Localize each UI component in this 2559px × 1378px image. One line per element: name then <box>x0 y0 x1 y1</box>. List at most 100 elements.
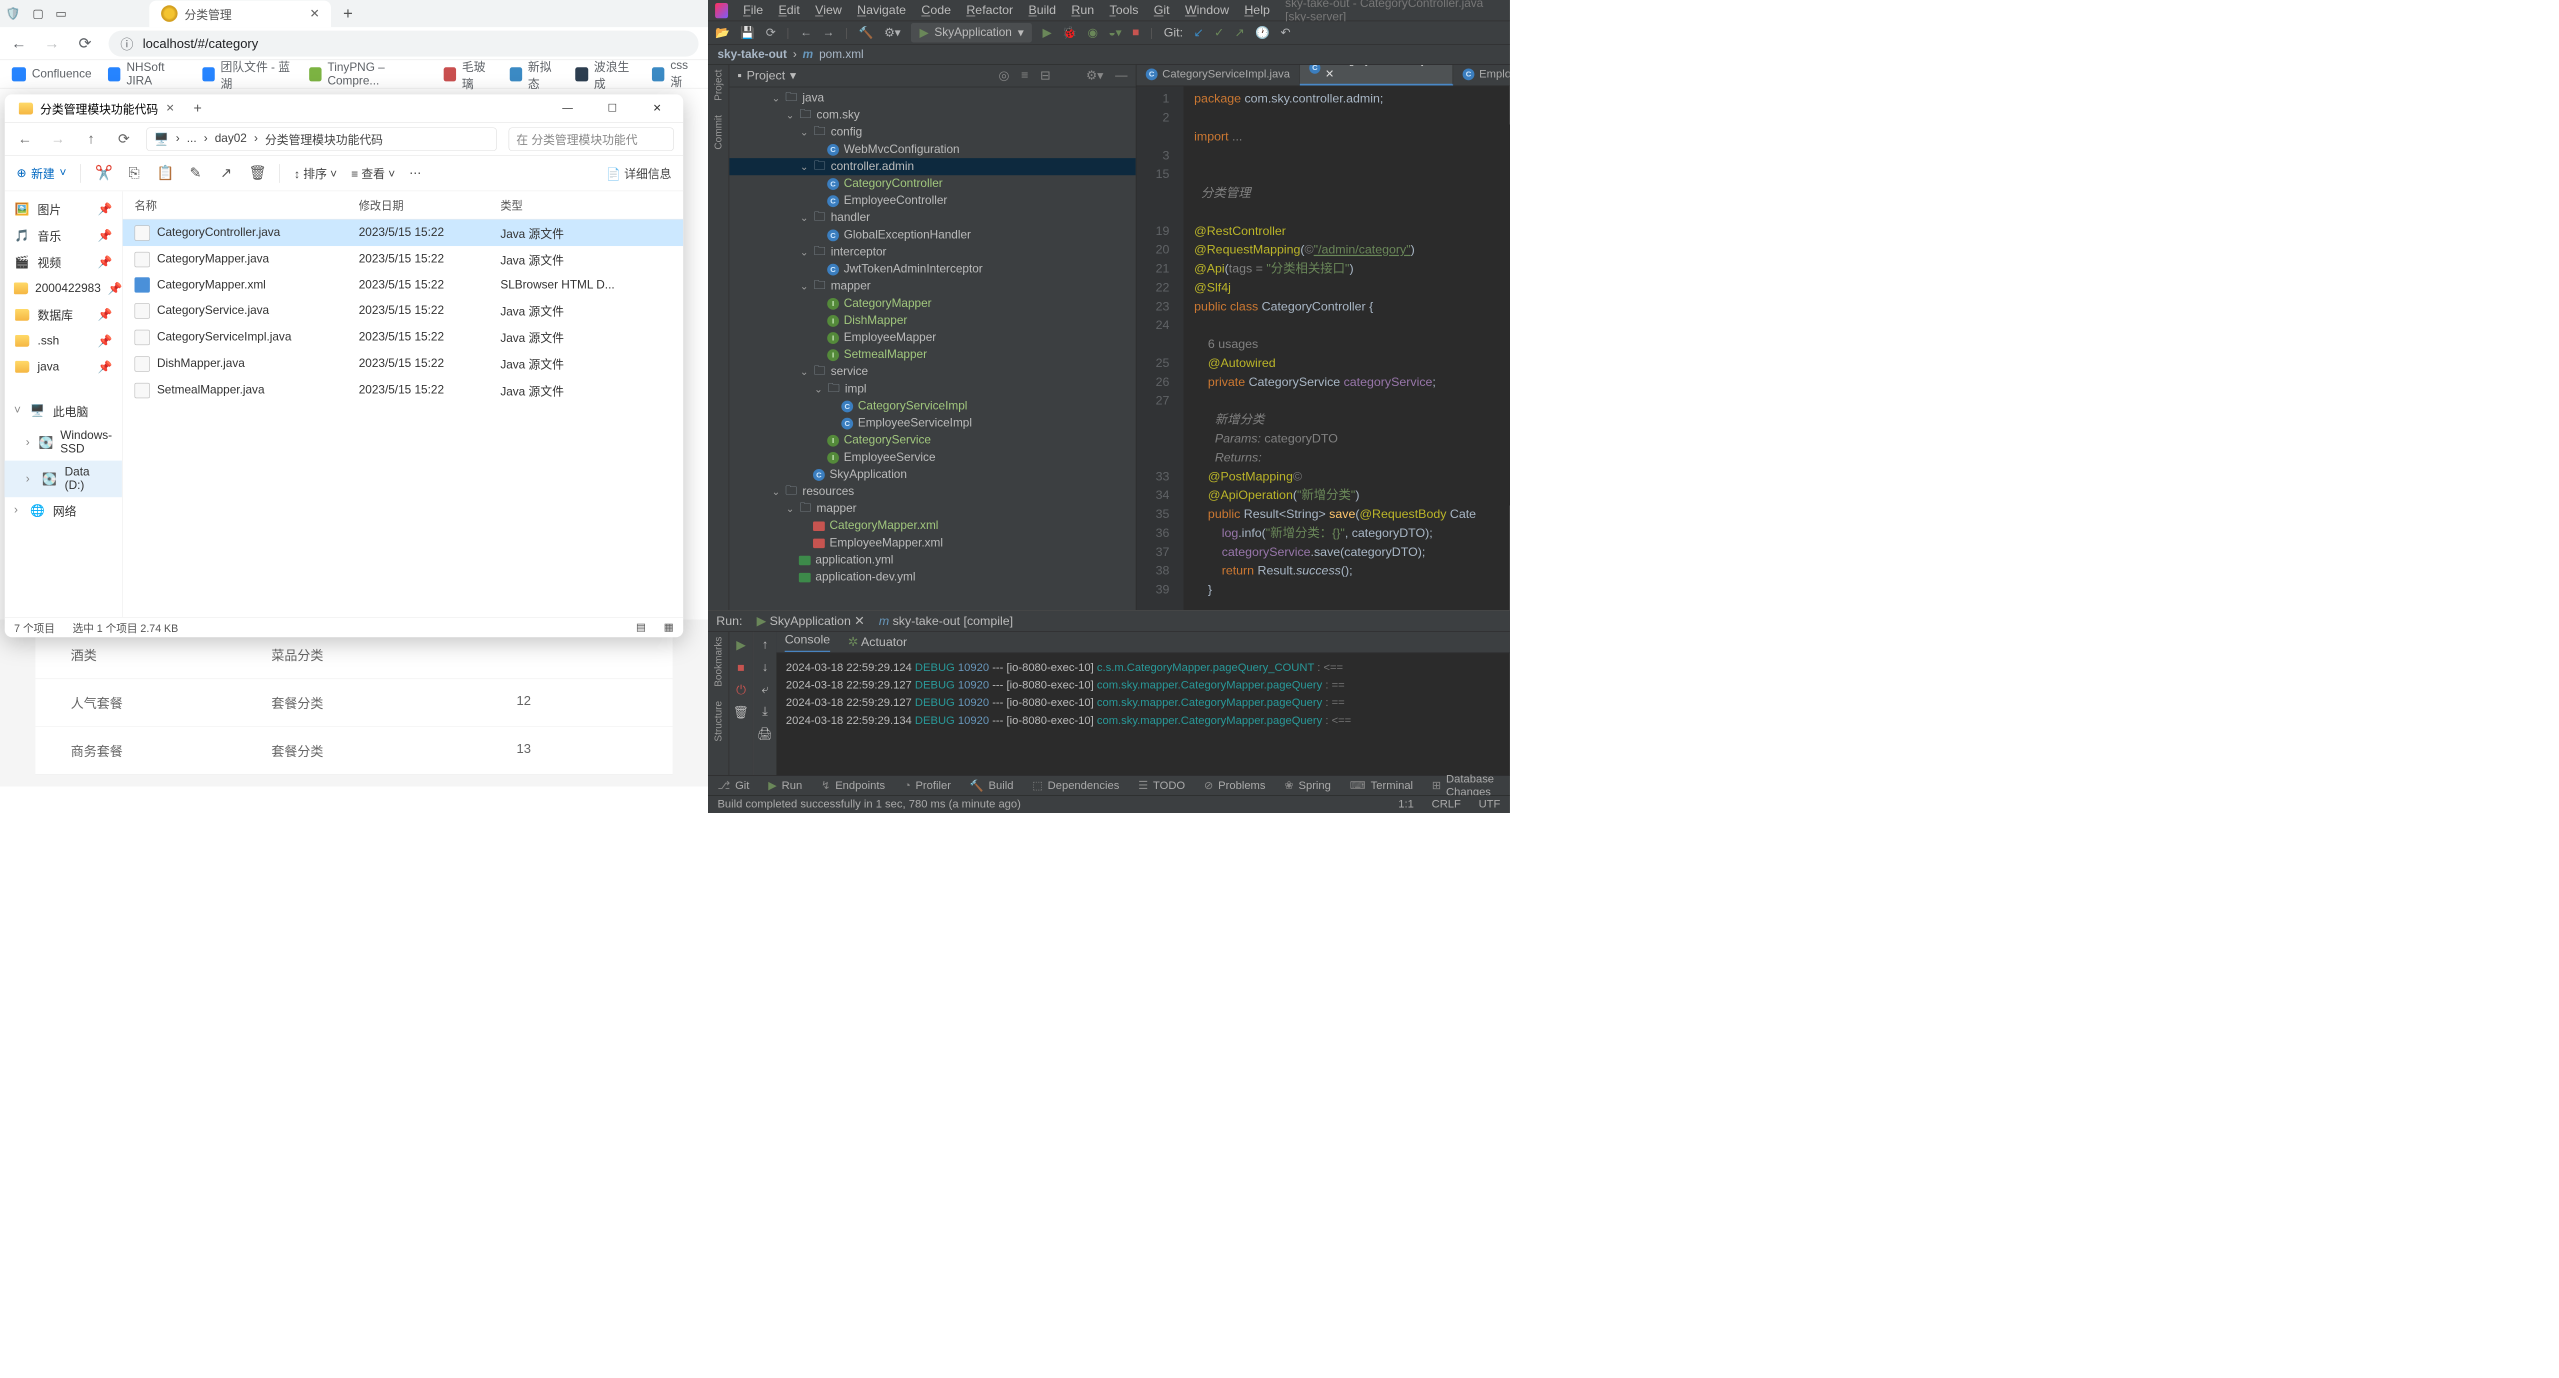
editor-tab[interactable]: CCategoryServiceImpl.java <box>1136 65 1300 86</box>
file-row[interactable]: CategoryServiceImpl.java 2023/5/15 15:22… <box>123 324 684 351</box>
structure-tool-button[interactable]: Structure <box>712 701 724 742</box>
new-button[interactable]: ⊕ 新建 ˅ <box>17 165 67 182</box>
rerun-icon[interactable]: ▶ <box>736 638 746 653</box>
gear-dropdown-icon[interactable]: ⚙︎▾ <box>884 25 901 40</box>
git-commit-icon[interactable]: ✓ <box>1214 25 1224 40</box>
code-editor[interactable]: package package com.sky.controller.admin… <box>1184 86 1510 610</box>
browser-tab[interactable]: 分类管理 ✕ <box>149 0 331 27</box>
debug-button[interactable]: 🐞 <box>1062 25 1077 40</box>
view-list-icon[interactable]: ▤ <box>636 621 646 633</box>
git-history-icon[interactable]: 🕐 <box>1255 25 1270 40</box>
file-row[interactable]: CategoryMapper.java 2023/5/15 15:22 Java… <box>123 246 684 273</box>
tree-item[interactable]: ⌄🗀 com.sky <box>729 107 1136 124</box>
sidebar-item[interactable]: 🖼️图片📌 <box>5 196 122 223</box>
redo-icon[interactable]: → <box>822 26 834 40</box>
down-icon[interactable]: ↓ <box>762 660 768 674</box>
tree-item[interactable]: ⌄🗀 mapper <box>729 278 1136 295</box>
search-input[interactable]: 在 分类管理模块功能代 <box>509 127 674 151</box>
expand-icon[interactable]: ≡ <box>1021 68 1028 83</box>
file-row[interactable]: CategoryController.java 2023/5/15 15:22 … <box>123 219 684 246</box>
bookmarks-tool-button[interactable]: Bookmarks <box>712 637 724 687</box>
tree-item[interactable]: I CategoryService <box>729 432 1136 449</box>
bookmark-item[interactable]: 波浪生成 <box>576 57 636 91</box>
trash-icon[interactable]: 🗑 <box>733 706 749 720</box>
bookmark-item[interactable]: 毛玻璃 <box>444 57 493 91</box>
actuator-tab[interactable]: ✲ Actuator <box>848 635 907 650</box>
run-button[interactable]: ▶ <box>1043 25 1052 40</box>
commit-tool-button[interactable]: Commit <box>712 115 724 150</box>
status-item[interactable]: UTF <box>1479 798 1501 811</box>
settings-icon[interactable]: ⚙︎▾ <box>1086 68 1103 83</box>
sort-dropdown[interactable]: ↕ 排序 ˅ <box>294 165 337 182</box>
menu-item[interactable]: File <box>743 3 763 17</box>
breadcrumb-item[interactable]: sky-take-out <box>717 48 787 62</box>
bookmark-item[interactable]: css渐 <box>652 59 696 90</box>
maximize-button[interactable]: ☐ <box>591 95 633 122</box>
forward-button[interactable]: → <box>42 34 61 53</box>
sidebar-item[interactable]: 🎬视频📌 <box>5 249 122 276</box>
tool-button[interactable]: ⎇Git <box>717 779 749 793</box>
tree-item[interactable]: I EmployeeMapper <box>729 329 1136 346</box>
tree-item[interactable]: I CategoryMapper <box>729 295 1136 312</box>
tree-item[interactable]: ⌄🗀 service <box>729 363 1136 380</box>
hammer-icon[interactable]: 🔨 <box>859 25 874 40</box>
tree-item[interactable]: ⌄🗀 mapper <box>729 500 1136 517</box>
delete-icon[interactable]: 🗑 <box>249 165 266 182</box>
col-date[interactable]: 修改日期 <box>359 197 501 213</box>
tab-close-icon[interactable]: ✕ <box>310 6 320 21</box>
tree-item[interactable]: ⌄🗀 resources <box>729 483 1136 500</box>
file-row[interactable]: SetmealMapper.java 2023/5/15 15:22 Java … <box>123 377 684 404</box>
tree-item[interactable]: C JwtTokenAdminInterceptor <box>729 261 1136 278</box>
bookmark-item[interactable]: Confluence <box>12 67 92 81</box>
tree-item[interactable]: ⌄🗀 config <box>729 124 1136 141</box>
stop-button[interactable]: ■ <box>1132 26 1139 40</box>
sidebar-item[interactable]: java📌 <box>5 354 122 380</box>
tree-item[interactable]: C CategoryController <box>729 175 1136 192</box>
exit-icon[interactable]: ⏻ <box>736 683 746 697</box>
coverage-button[interactable]: ◉ <box>1088 25 1098 40</box>
menu-item[interactable]: Tools <box>1109 3 1138 17</box>
view-dropdown[interactable]: ≡ 查看 ˅ <box>351 165 395 182</box>
sidebar-item[interactable]: ›💽Data (D:) <box>5 461 122 498</box>
git-push-icon[interactable]: ↗ <box>1235 25 1245 40</box>
git-update-icon[interactable]: ↙ <box>1194 25 1204 40</box>
tree-item[interactable]: C EmployeeController <box>729 192 1136 209</box>
run-tab-compile[interactable]: m sky-take-out [compile] <box>879 614 1013 628</box>
undo-icon[interactable]: ← <box>800 26 812 40</box>
tree-item[interactable]: I SetmealMapper <box>729 346 1136 363</box>
tree-item[interactable]: CategoryMapper.xml <box>729 517 1136 534</box>
save-icon[interactable]: 💾 <box>740 25 755 40</box>
menu-item[interactable]: Run <box>1071 3 1094 17</box>
menu-item[interactable]: Edit <box>778 3 799 17</box>
tree-item[interactable]: ⌄🗀 handler <box>729 209 1136 226</box>
new-tab-button[interactable]: + <box>343 4 353 23</box>
sidebar-item[interactable]: ›🌐网络 <box>5 497 122 524</box>
sidebar-item[interactable]: .ssh📌 <box>5 328 122 354</box>
tree-item[interactable]: application-dev.yml <box>729 569 1136 586</box>
col-name[interactable]: 名称 <box>135 197 359 213</box>
tree-item[interactable]: C GlobalExceptionHandler <box>729 227 1136 244</box>
sidebar-item[interactable]: 🎵音乐📌 <box>5 222 122 249</box>
target-icon[interactable]: ◎ <box>999 68 1010 83</box>
print-icon[interactable]: 🖨 <box>757 727 773 741</box>
run-tab-app[interactable]: ▶ SkyApplication ✕ <box>757 614 865 629</box>
menu-item[interactable]: Code <box>921 3 951 17</box>
wrap-icon[interactable]: ⤶ <box>761 683 768 697</box>
copy-icon[interactable]: ⎘ <box>126 165 143 182</box>
tool-button[interactable]: ☰TODO <box>1138 779 1185 793</box>
bookmark-item[interactable]: 团队文件 - 蓝湖 <box>202 57 292 91</box>
open-icon[interactable]: 📂 <box>715 25 730 40</box>
tool-button[interactable]: ◔Profiler <box>904 779 951 792</box>
explorer-tab[interactable]: 分类管理模块功能代码 ✕ <box>9 95 181 122</box>
git-rollback-icon[interactable]: ↶ <box>1280 25 1290 40</box>
tool-button[interactable]: ❀Spring <box>1284 779 1331 793</box>
path-bar[interactable]: 🖥️ › ... › day02 › 分类管理模块功能代码 <box>146 127 496 151</box>
file-row[interactable]: CategoryMapper.xml 2023/5/15 15:22 SLBro… <box>123 273 684 298</box>
tree-item[interactable]: ⌄🗀 java <box>729 90 1136 107</box>
menu-item[interactable]: Window <box>1185 3 1229 17</box>
tree-item[interactable]: ⌄🗀 impl <box>729 381 1136 398</box>
tool-button[interactable]: ↯Endpoints <box>821 779 885 793</box>
sidebar-item[interactable]: 数据库📌 <box>5 301 122 328</box>
tree-item[interactable]: C SkyApplication <box>729 466 1136 483</box>
close-icon[interactable]: ✕ <box>166 102 175 114</box>
